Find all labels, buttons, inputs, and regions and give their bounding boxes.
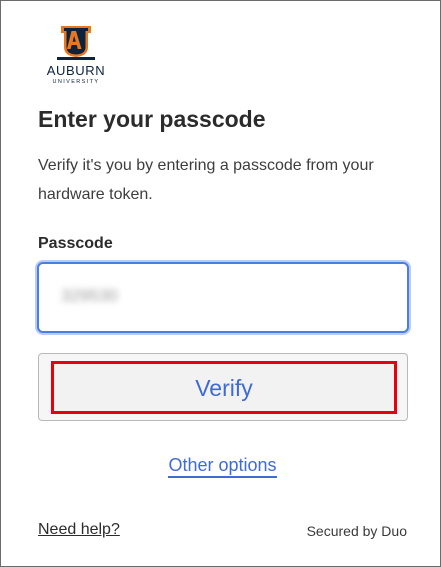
logo-subtitle: UNIVERSITY [52,79,100,85]
other-options-container: Other options [1,455,441,478]
auth-window: AUBURN UNIVERSITY Enter your passcode Ve… [0,0,441,567]
passcode-value: 329530 [61,286,118,305]
auburn-au-monogram-icon [57,26,95,60]
need-help-link[interactable]: Need help? [38,521,120,539]
passcode-input[interactable]: 329530 [37,262,409,333]
logo-wordmark: AUBURN [46,63,106,78]
other-options-link[interactable]: Other options [168,455,277,478]
page-description: Verify it's you by entering a passcode f… [38,157,374,203]
page-title: Enter your passcode [38,106,266,132]
passcode-label: Passcode [38,235,113,252]
secured-by-text: Secured by Duo [306,523,407,539]
verify-button[interactable]: Verify [51,361,397,414]
auburn-logo: AUBURN UNIVERSITY [37,23,115,89]
